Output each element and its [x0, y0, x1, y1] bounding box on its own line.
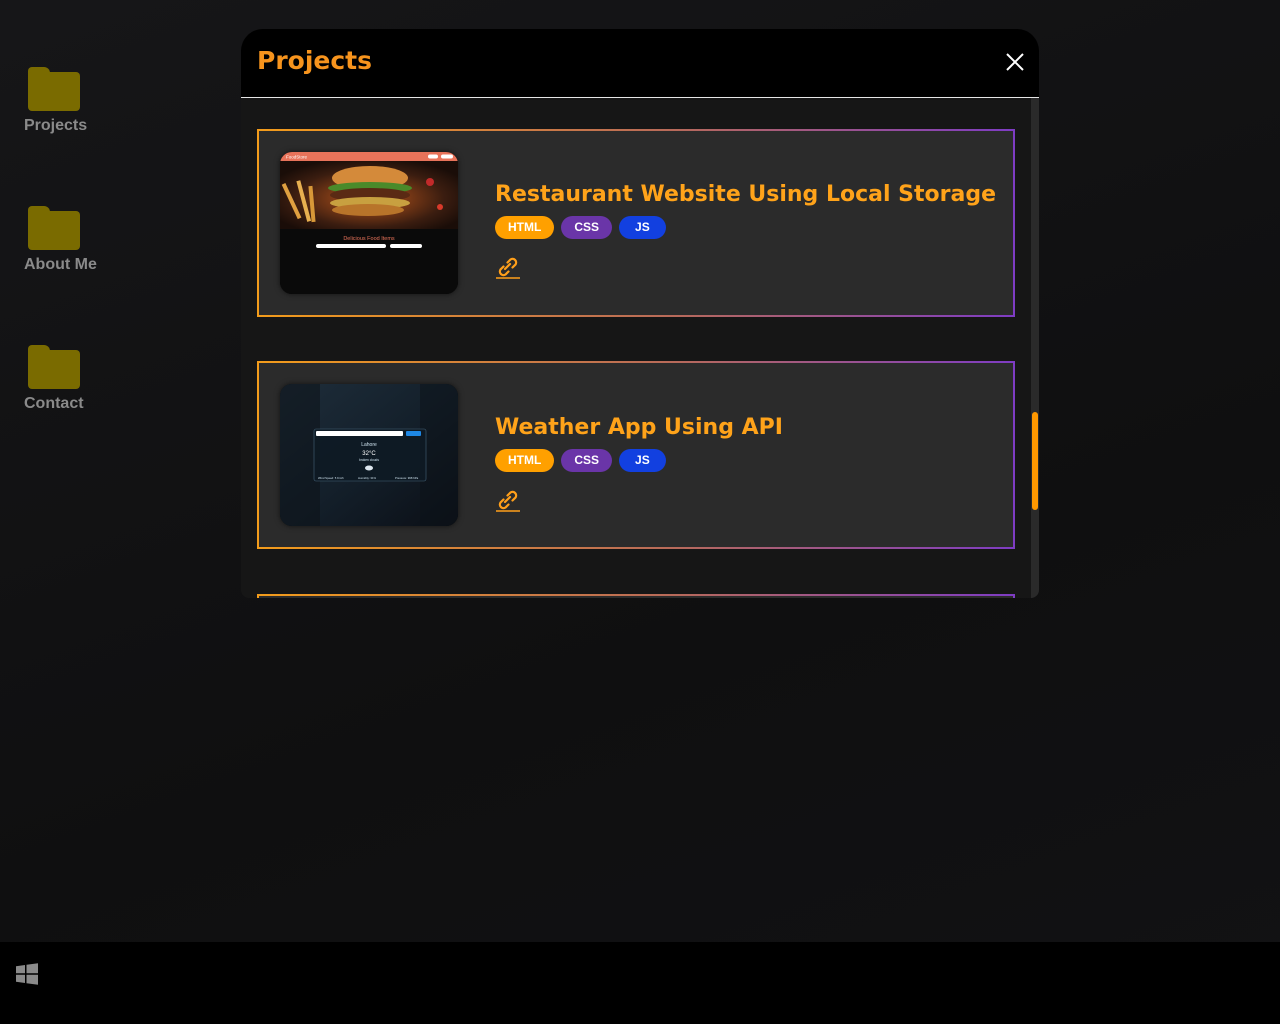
tag-css: CSS	[561, 449, 613, 472]
tech-tags: HTML CSS JS	[495, 216, 666, 239]
window-header: Projects	[241, 29, 1039, 98]
scrollbar[interactable]	[1031, 98, 1039, 598]
scrollbar-thumb[interactable]	[1032, 412, 1038, 510]
project-link[interactable]	[495, 254, 521, 280]
svg-text:Lahore: Lahore	[361, 442, 377, 448]
desktop-icon-label: Projects	[24, 117, 88, 134]
svg-text:32°C: 32°C	[362, 451, 376, 457]
project-info: Restaurant Website Using Local Storage H…	[495, 131, 1013, 315]
start-button[interactable]	[15, 962, 39, 986]
desktop-icon-label: About Me	[24, 256, 97, 273]
svg-text:FoodStore: FoodStore	[286, 155, 308, 160]
folder-icon	[28, 206, 80, 250]
link-icon	[496, 257, 520, 279]
project-title: Weather App Using API	[495, 415, 783, 440]
svg-text:Delicious Food Items: Delicious Food Items	[343, 236, 395, 242]
tag-css: CSS	[561, 216, 613, 239]
desktop-icon-label: Contact	[24, 395, 84, 412]
svg-text:Wind Speed: 5 Km/h: Wind Speed: 5 Km/h	[318, 476, 344, 480]
close-button[interactable]	[1005, 52, 1025, 72]
tag-js: JS	[619, 216, 666, 239]
window-title: Projects	[257, 46, 373, 75]
link-icon	[496, 490, 520, 512]
project-thumbnail: Lahore 32°C broken clouds Wind Speed: 5 …	[280, 384, 458, 526]
tech-tags: HTML CSS JS	[495, 449, 666, 472]
project-info: Weather App Using API HTML CSS JS	[495, 363, 1013, 547]
project-link[interactable]	[495, 487, 521, 513]
tag-html: HTML	[495, 216, 555, 239]
project-title: Restaurant Website Using Local Storage	[495, 182, 997, 207]
folder-icon	[28, 345, 80, 389]
taskbar	[0, 942, 1280, 1024]
svg-text:broken clouds: broken clouds	[359, 458, 379, 462]
tag-html: HTML	[495, 449, 555, 472]
projects-window: Projects FoodStore Delicious Food Items …	[241, 29, 1039, 598]
tag-js: JS	[619, 449, 666, 472]
projects-list[interactable]: FoodStore Delicious Food Items Restauran…	[241, 98, 1031, 598]
desktop-icon-contact[interactable]: Contact	[24, 345, 134, 413]
close-icon	[1006, 53, 1024, 71]
project-card: FoodStore Delicious Food Items Restauran…	[257, 129, 1015, 317]
svg-text:Pressure: 998 hPa: Pressure: 998 hPa	[395, 476, 419, 480]
folder-icon	[28, 67, 80, 111]
desktop-icon-about-me[interactable]: About Me	[24, 206, 134, 274]
windows-icon	[16, 963, 38, 985]
project-card: Lahore 32°C broken clouds Wind Speed: 5 …	[257, 361, 1015, 549]
project-card	[257, 594, 1015, 598]
svg-text:Humidity: 31%: Humidity: 31%	[358, 476, 377, 480]
desktop-icon-projects[interactable]: Projects	[24, 67, 134, 135]
project-thumbnail: FoodStore Delicious Food Items	[280, 152, 458, 294]
